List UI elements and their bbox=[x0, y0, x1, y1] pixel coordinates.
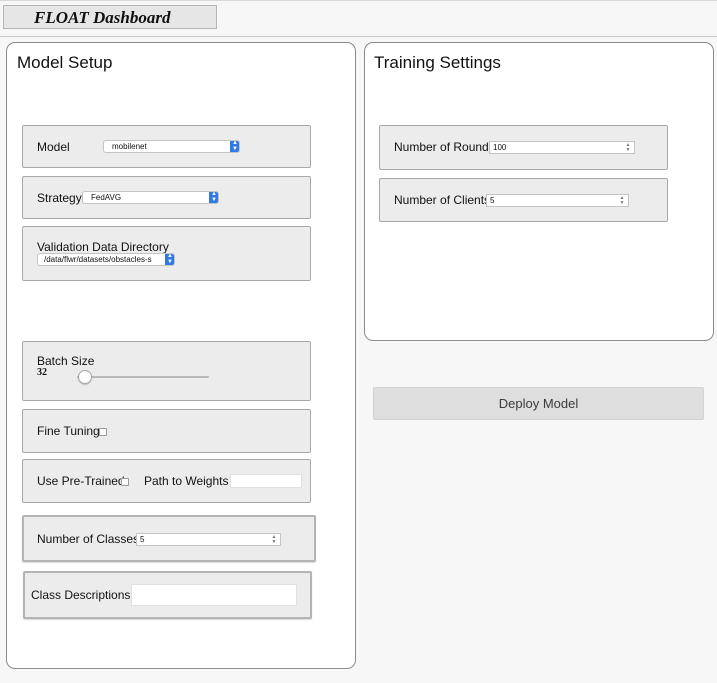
num-classes-label: Number of Classes bbox=[37, 532, 140, 546]
rounds-input[interactable]: 100 ▲ ▼ bbox=[489, 141, 635, 154]
batch-size-slider-track[interactable] bbox=[77, 376, 209, 378]
validation-group: Validation Data Directory /data/flwr/dat… bbox=[22, 226, 311, 281]
clients-input[interactable]: 5 ▲ ▼ bbox=[486, 194, 629, 207]
batch-size-group: Batch Size 32 bbox=[22, 341, 311, 401]
clients-value: 5 bbox=[490, 196, 495, 205]
model-group: Model mobilenet ▲ ▼ bbox=[22, 125, 311, 168]
rounds-label: Number of Rounds bbox=[394, 140, 495, 154]
model-select[interactable]: mobilenet ▲ ▼ bbox=[103, 140, 240, 153]
validation-select[interactable]: /data/flwr/datasets/obstacles-s ▲ ▼ bbox=[37, 253, 175, 266]
class-desc-label: Class Descriptions bbox=[31, 588, 131, 602]
training-settings-panel: Training Settings Number of Rounds 100 ▲… bbox=[364, 42, 714, 341]
model-setup-title: Model Setup bbox=[17, 53, 113, 72]
batch-size-label: Batch Size bbox=[37, 354, 95, 368]
header-divider bbox=[0, 36, 717, 37]
weights-path-label: Path to Weights bbox=[144, 474, 229, 488]
class-desc-group: Class Descriptions bbox=[23, 571, 312, 619]
rounds-group: Number of Rounds 100 ▲ ▼ bbox=[379, 125, 668, 170]
validation-select-value: /data/flwr/datasets/obstacles-s bbox=[44, 255, 152, 264]
num-classes-group: Number of Classes 5 ▲ ▼ bbox=[22, 515, 316, 562]
strategy-group: Strategy FedAVG ▲ ▼ bbox=[22, 176, 311, 219]
select-arrows-icon: ▲ ▼ bbox=[165, 254, 174, 265]
num-classes-value: 5 bbox=[140, 535, 145, 544]
strategy-select-value: FedAVG bbox=[91, 193, 122, 202]
deploy-model-button[interactable]: Deploy Model bbox=[373, 387, 704, 420]
strategy-select[interactable]: FedAVG ▲ ▼ bbox=[82, 191, 219, 204]
select-arrows-icon: ▲ ▼ bbox=[209, 192, 218, 203]
batch-size-slider-thumb[interactable] bbox=[77, 370, 92, 384]
app-title: FLOAT Dashboard bbox=[34, 8, 171, 27]
batch-size-value: 32 bbox=[37, 367, 47, 378]
fine-tuning-checkbox[interactable] bbox=[99, 428, 107, 436]
model-setup-panel: Model Setup Model mobilenet ▲ ▼ Strategy … bbox=[6, 42, 356, 669]
fine-tuning-group: Fine Tuning bbox=[22, 409, 311, 453]
model-label: Model bbox=[37, 140, 70, 154]
strategy-label: Strategy bbox=[37, 191, 82, 205]
top-divider bbox=[0, 0, 717, 1]
app-header: FLOAT Dashboard bbox=[3, 5, 217, 29]
pretrained-label: Use Pre-Trained bbox=[37, 474, 125, 488]
clients-group: Number of Clients 5 ▲ ▼ bbox=[379, 178, 668, 222]
pretrained-group: Use Pre-Trained Path to Weights bbox=[22, 459, 311, 503]
model-select-value: mobilenet bbox=[112, 142, 147, 151]
weights-path-input[interactable] bbox=[230, 474, 302, 488]
training-settings-title: Training Settings bbox=[374, 53, 501, 72]
select-arrows-icon: ▲ ▼ bbox=[230, 141, 239, 152]
class-desc-input[interactable] bbox=[131, 584, 297, 606]
fine-tuning-label: Fine Tuning bbox=[37, 424, 100, 438]
rounds-value: 100 bbox=[493, 143, 507, 152]
stepper-arrows-icon[interactable]: ▲ ▼ bbox=[625, 143, 631, 153]
clients-label: Number of Clients bbox=[394, 193, 491, 207]
num-classes-input[interactable]: 5 ▲ ▼ bbox=[136, 533, 281, 546]
stepper-arrows-icon[interactable]: ▲ ▼ bbox=[619, 196, 625, 206]
validation-label: Validation Data Directory bbox=[37, 240, 169, 254]
stepper-arrows-icon[interactable]: ▲ ▼ bbox=[271, 535, 277, 545]
pretrained-checkbox[interactable] bbox=[121, 478, 129, 486]
